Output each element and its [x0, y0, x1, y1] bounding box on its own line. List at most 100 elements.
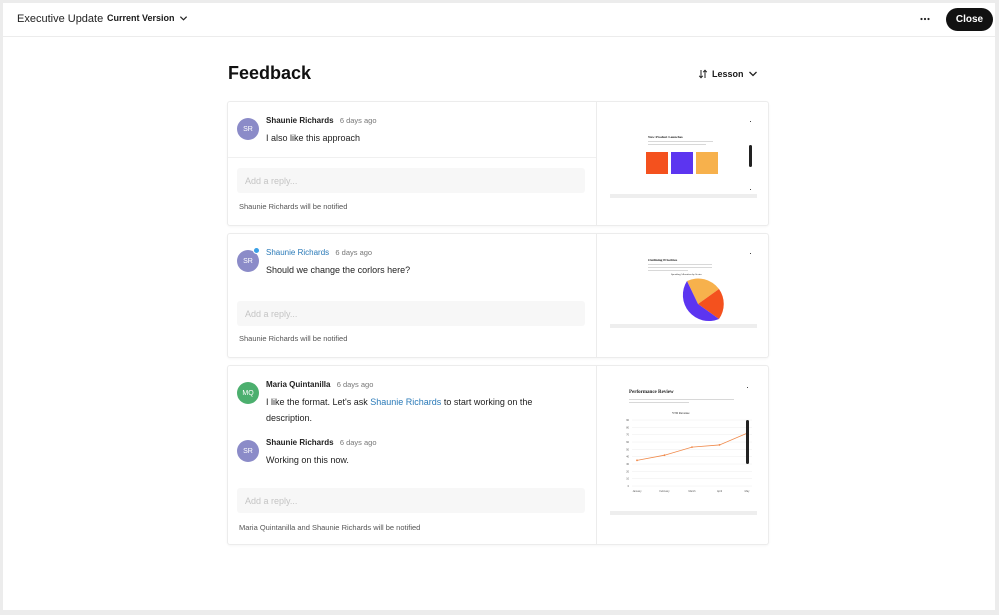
- slide-title: New Product Launches: [648, 135, 683, 139]
- slide-preview[interactable]: Outlining Priorities Spending Allocation…: [596, 234, 768, 357]
- comment-text: I also like this approach: [266, 133, 361, 143]
- comment-text-part: I like the format. Let's ask: [266, 397, 371, 407]
- thumbnail-bar: [610, 324, 757, 328]
- line-chart: 0 10 20 30 40 50 60 70 80 90 January February March A…: [626, 419, 752, 493]
- chart-y-tick-label: 60: [626, 441, 629, 444]
- slide-thumbnail[interactable]: Performance Review YTD Revenue 0 10 20 30 40…: [610, 378, 757, 508]
- notified-text: Maria Quintanilla and Shaunie Richards w…: [239, 523, 421, 532]
- comment: MQ Maria Quintanilla 6 days ago I like t…: [237, 380, 586, 428]
- slide-title: Outlining Priorities: [648, 258, 678, 262]
- comment-author[interactable]: Maria Quintanilla: [266, 380, 330, 389]
- page-title: Feedback: [228, 63, 312, 83]
- close-button[interactable]: Close: [946, 8, 993, 31]
- app-title: Executive Update: [17, 13, 104, 25]
- chevron-down-icon: [179, 15, 187, 21]
- chart-x-tick-label: February: [659, 490, 670, 493]
- chart-y-tick-label: 40: [626, 456, 629, 459]
- slide-text-line: [648, 141, 713, 142]
- slide-marker: [747, 387, 748, 388]
- chart-x-tick-label: May: [745, 490, 750, 493]
- chart-y-tick-label: 80: [626, 426, 629, 429]
- thumbnail-bar: [610, 511, 757, 515]
- comment-header: Shaunie Richards 6 days ago: [266, 438, 377, 447]
- comment-author[interactable]: Shaunie Richards: [266, 116, 334, 125]
- chart-y-tick-label: 30: [626, 463, 629, 466]
- reply-input[interactable]: [237, 168, 585, 193]
- app-window: Executive Update Current Version Close F…: [3, 3, 995, 610]
- avatar-initials: SR: [243, 257, 253, 265]
- slide-scrollbar: [749, 145, 752, 167]
- comment-time: 6 days ago: [336, 380, 374, 389]
- avatar-initials: SR: [243, 125, 253, 133]
- slide-tile-yellow: [696, 152, 718, 174]
- slide-title: Performance Review: [629, 390, 674, 395]
- notified-text: Shaunie Richards will be notified: [239, 202, 348, 211]
- mention-link[interactable]: Shaunie Richards: [370, 397, 441, 407]
- comment-author[interactable]: Shaunie Richards: [266, 248, 329, 257]
- comment-time: 6 days ago: [335, 248, 373, 257]
- comment-author[interactable]: Shaunie Richards: [266, 438, 334, 447]
- slide-text-line: [648, 267, 712, 268]
- chart-x-tick-label: April: [717, 490, 722, 493]
- sort-icon: [698, 69, 708, 79]
- chart-point: [691, 446, 693, 449]
- sort-selector[interactable]: Lesson: [698, 69, 758, 79]
- slide-thumbnail[interactable]: New Product Launches: [610, 116, 757, 196]
- thumbnail-bar: [610, 194, 757, 198]
- chart-y-tick-label: 70: [626, 434, 629, 437]
- comment-header: Shaunie Richards 6 days ago: [266, 248, 372, 257]
- version-selector[interactable]: Current Version: [107, 13, 188, 23]
- divider: [228, 157, 596, 158]
- pie-chart: [682, 278, 724, 322]
- comment-time: 6 days ago: [339, 116, 377, 125]
- chart-point: [718, 444, 721, 446]
- slide-preview[interactable]: Performance Review YTD Revenue 0 10 20 30 40…: [596, 366, 768, 544]
- slide-text-line: [648, 264, 712, 265]
- feedback-card: SR Shaunie Richards 6 days ago I also li…: [227, 101, 769, 226]
- slide-marker: [750, 253, 751, 254]
- chart-y-tick-label: 10: [626, 478, 629, 481]
- slide-text-line: [629, 402, 689, 403]
- slide-thumbnail[interactable]: Outlining Priorities Spending Allocation…: [610, 248, 757, 328]
- comment-text: Working on this now.: [266, 455, 349, 465]
- comment-text: Should we change the corlors here?: [266, 265, 411, 275]
- feedback-card: MQ Maria Quintanilla 6 days ago I like t…: [227, 365, 769, 545]
- comment-panel: MQ Maria Quintanilla 6 days ago I like t…: [228, 366, 596, 544]
- chart-x-tick-label: January: [633, 490, 643, 493]
- chart-point: [636, 459, 638, 462]
- slide-tile-orange: [646, 152, 668, 174]
- online-status-indicator: [253, 247, 260, 254]
- reply-input[interactable]: [237, 301, 585, 326]
- slide-chart-title: Spending Allocation by Sector: [671, 273, 702, 276]
- notified-text: Shaunie Richards will be notified: [239, 334, 348, 343]
- avatar: SR: [237, 118, 259, 140]
- chevron-down-icon: [748, 71, 757, 77]
- comment-panel: SR Shaunie Richards 6 days ago I also li…: [228, 102, 596, 225]
- comment-panel: SR Shaunie Richards 6 days ago Should we…: [228, 234, 596, 357]
- version-label: Current Version: [107, 13, 175, 23]
- chart-y-tick-label: 50: [626, 448, 629, 451]
- comment-header: Shaunie Richards 6 days ago: [266, 116, 377, 125]
- more-horizontal-icon: [920, 17, 930, 21]
- chart-x-tick-label: March: [689, 490, 697, 493]
- feedback-card: SR Shaunie Richards 6 days ago Should we…: [227, 233, 769, 358]
- comment: SR Shaunie Richards 6 days ago Working o…: [237, 438, 586, 468]
- comment-text: I like the format. Let's ask Shaunie Ric…: [266, 394, 566, 426]
- slide-text-line: [648, 144, 706, 145]
- slide-preview[interactable]: New Product Launches: [596, 102, 768, 225]
- slide-text-line: [648, 270, 688, 271]
- slide-text-line: [629, 399, 734, 400]
- more-options-button[interactable]: [917, 11, 933, 27]
- slide-scrollbar: [746, 420, 749, 464]
- avatar-initials: SR: [243, 447, 253, 455]
- reply-input[interactable]: [237, 488, 585, 513]
- sort-label: Lesson: [712, 69, 744, 79]
- slide-tile-purple: [671, 152, 693, 174]
- avatar: SR: [237, 440, 259, 462]
- chart-point: [663, 454, 666, 457]
- chart-y-tick-label: 20: [626, 470, 629, 473]
- avatar-initials: MQ: [242, 389, 254, 397]
- chart-y-tick-label: 0: [628, 485, 630, 488]
- slide-marker: [750, 121, 751, 122]
- comment-header: Maria Quintanilla 6 days ago: [266, 380, 373, 389]
